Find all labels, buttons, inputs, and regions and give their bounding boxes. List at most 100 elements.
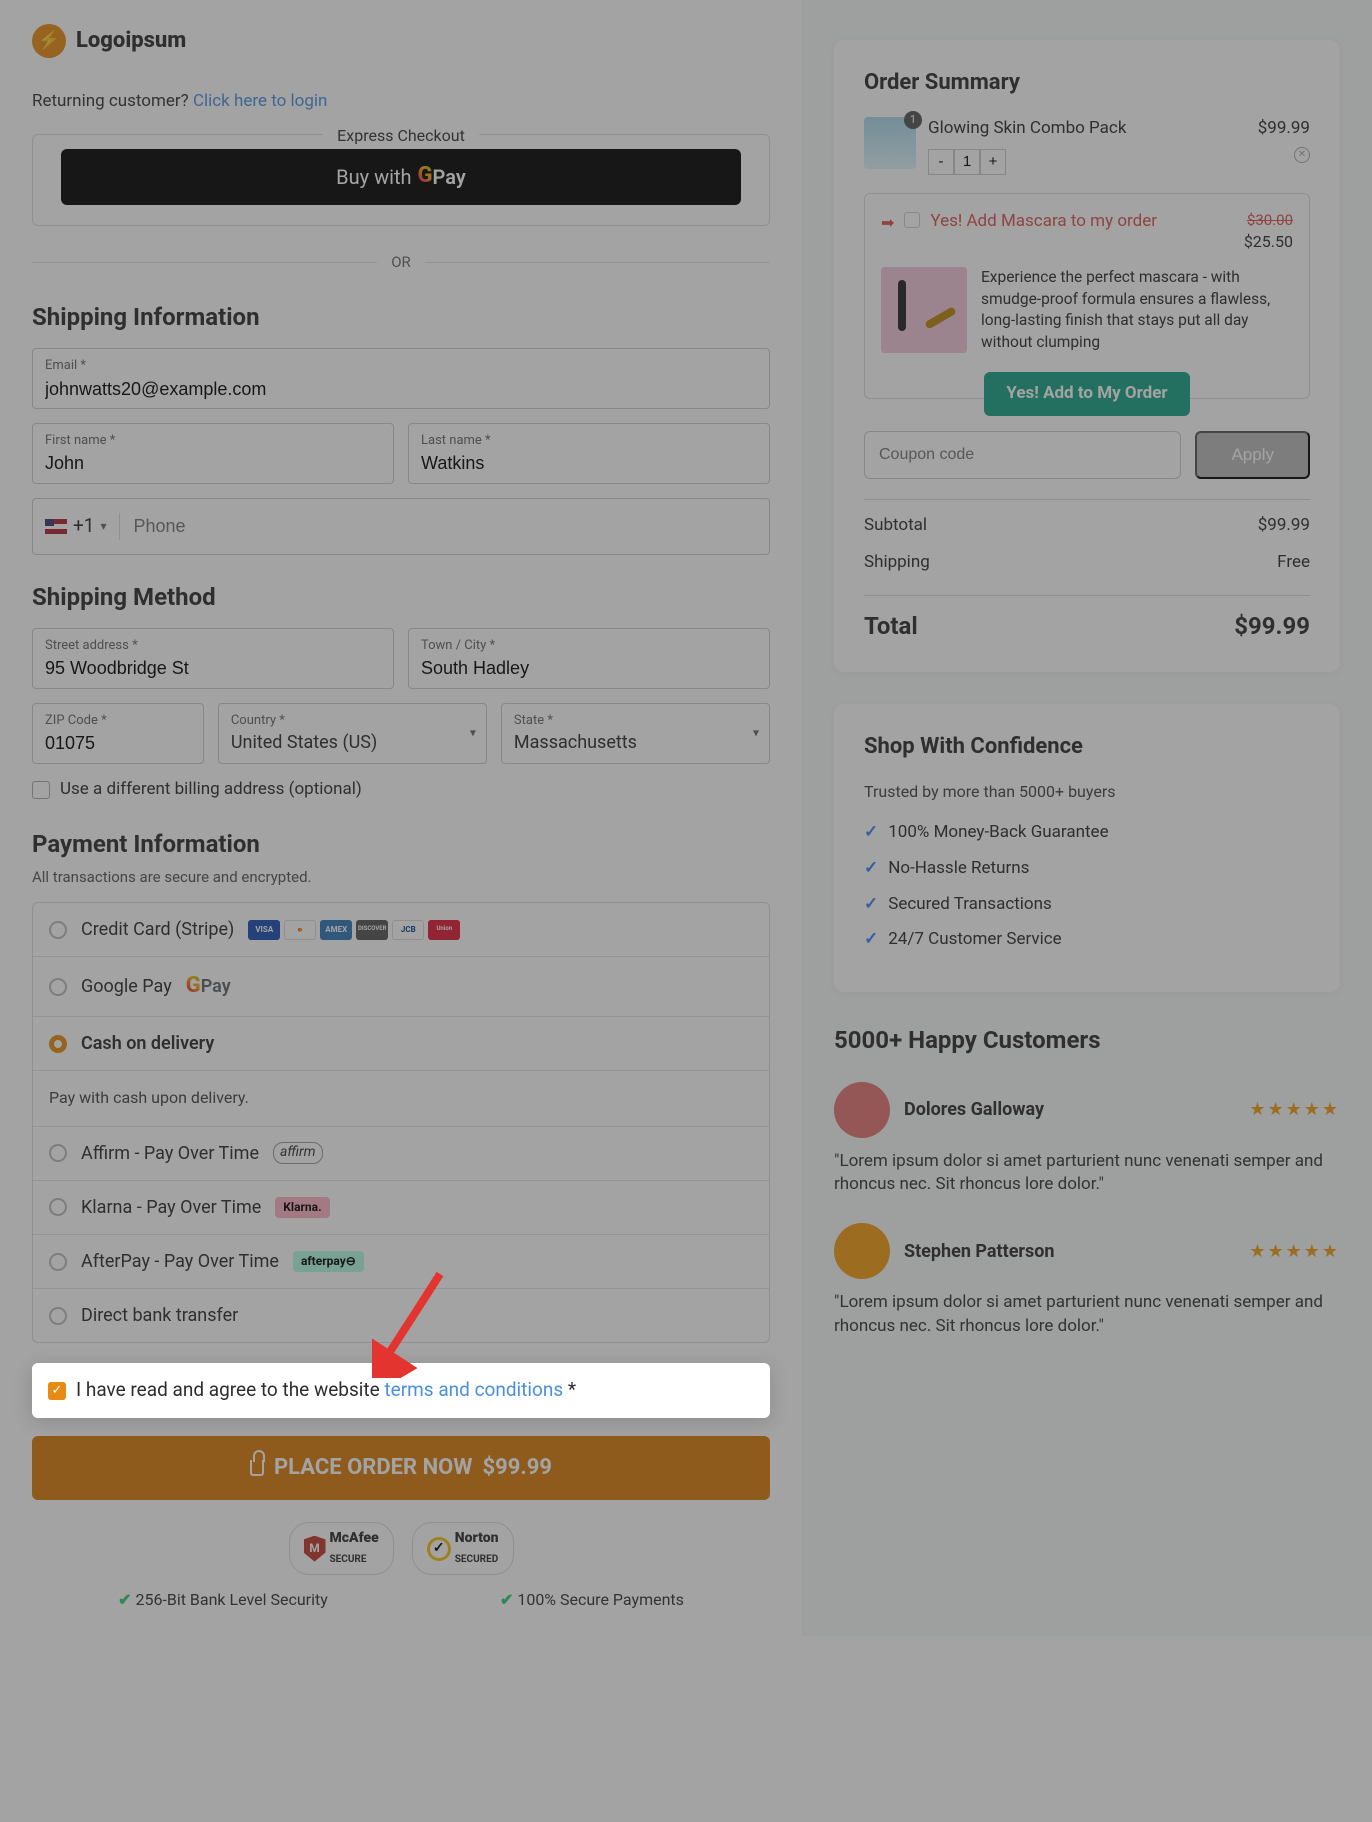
zip-label: ZIP Code * bbox=[45, 712, 191, 730]
payment-title: Payment Information bbox=[32, 828, 770, 862]
payment-klarna-label: Klarna - Pay Over Time bbox=[81, 1195, 261, 1220]
terms-checkbox[interactable]: ✓ bbox=[48, 1382, 66, 1400]
product-name: Glowing Skin Combo Pack bbox=[928, 117, 1246, 141]
payment-gpay-label: Google Pay bbox=[81, 974, 172, 999]
upsell-checkbox[interactable] bbox=[904, 212, 920, 228]
logo-text: Logoipsum bbox=[76, 26, 186, 57]
email-input[interactable] bbox=[45, 379, 757, 400]
trust-item: ✓No-Hassle Returns bbox=[864, 857, 1310, 881]
radio-icon bbox=[49, 978, 67, 996]
qty-stepper: - + bbox=[928, 149, 1246, 175]
upsell-box: ➡ Yes! Add Mascara to my order $30.00 $2… bbox=[864, 193, 1310, 399]
street-input[interactable] bbox=[45, 658, 381, 679]
qty-plus-button[interactable]: + bbox=[980, 149, 1006, 175]
payment-affirm[interactable]: Affirm - Pay Over Time affirm bbox=[33, 1127, 769, 1181]
radio-icon bbox=[49, 1253, 67, 1271]
total-value: $99.99 bbox=[1234, 610, 1310, 644]
chevron-down-icon: ▾ bbox=[100, 518, 106, 535]
returning-customer: Returning customer? Click here to login bbox=[32, 90, 770, 114]
first-name-input[interactable] bbox=[45, 453, 381, 474]
upsell-new-price: $25.50 bbox=[1244, 231, 1293, 253]
diff-billing-label: Use a different billing address (optiona… bbox=[60, 778, 362, 802]
payment-gpay[interactable]: Google Pay G Pay bbox=[33, 957, 769, 1017]
last-name-input[interactable] bbox=[421, 453, 757, 474]
city-field[interactable]: Town / City * bbox=[408, 628, 770, 689]
city-label: Town / City * bbox=[421, 637, 757, 655]
affirm-logo-icon: affirm bbox=[273, 1142, 323, 1164]
zip-field[interactable]: ZIP Code * bbox=[32, 703, 204, 764]
place-order-label: PLACE ORDER NOW bbox=[274, 1453, 473, 1484]
gpay-logo-icon: G Pay bbox=[418, 161, 466, 192]
arrow-right-icon: ➡ bbox=[881, 212, 894, 234]
phone-prefix-selector[interactable]: +1 ▾ bbox=[45, 513, 120, 540]
gpay-logo-icon: G Pay bbox=[186, 971, 231, 1002]
qty-input[interactable] bbox=[954, 149, 980, 175]
shipping-cost-value: Free bbox=[1277, 551, 1310, 575]
city-input[interactable] bbox=[421, 658, 757, 679]
upsell-title: Yes! Add Mascara to my order bbox=[930, 210, 1233, 234]
coupon-input[interactable] bbox=[864, 431, 1181, 479]
last-name-label: Last name * bbox=[421, 432, 757, 450]
upsell-image bbox=[881, 267, 967, 353]
terms-link[interactable]: terms and conditions bbox=[384, 1378, 563, 1401]
remove-item-button[interactable]: ✕ bbox=[1294, 147, 1310, 163]
reviews-title: 5000+ Happy Customers bbox=[834, 1024, 1340, 1058]
phone-input[interactable] bbox=[134, 516, 758, 537]
subtotal-value: $99.99 bbox=[1258, 514, 1310, 538]
upsell-prices: $30.00 $25.50 bbox=[1244, 210, 1293, 253]
country-field[interactable]: Country * United States (US) ▾ bbox=[218, 703, 487, 764]
login-link[interactable]: Click here to login bbox=[193, 91, 327, 111]
highlight-arrow-icon bbox=[372, 1268, 452, 1378]
phone-field[interactable]: +1 ▾ bbox=[32, 498, 770, 555]
diff-billing-row[interactable]: Use a different billing address (optiona… bbox=[32, 778, 770, 802]
payment-affirm-label: Affirm - Pay Over Time bbox=[81, 1141, 259, 1166]
gpay-button[interactable]: Buy with G Pay bbox=[61, 149, 741, 205]
payment-klarna[interactable]: Klarna - Pay Over Time Klarna. bbox=[33, 1181, 769, 1235]
email-field[interactable]: Email * bbox=[32, 348, 770, 409]
shipping-method-title: Shipping Method bbox=[32, 581, 770, 615]
state-value: Massachusetts bbox=[514, 730, 757, 755]
shipping-cost-label: Shipping bbox=[864, 551, 930, 575]
diff-billing-checkbox[interactable] bbox=[32, 781, 50, 799]
apply-coupon-button[interactable]: Apply bbox=[1195, 431, 1310, 479]
place-order-button[interactable]: PLACE ORDER NOW $99.99 bbox=[32, 1436, 770, 1500]
check-icon: ✓ bbox=[864, 928, 878, 952]
payment-cc[interactable]: Credit Card (Stripe) VISA ●● AMEX DISCOV… bbox=[33, 903, 769, 957]
klarna-logo-icon: Klarna. bbox=[275, 1197, 329, 1218]
total-label: Total bbox=[864, 610, 918, 644]
terms-row[interactable]: ✓ I have read and agree to the website t… bbox=[32, 1363, 770, 1418]
radio-icon bbox=[49, 921, 67, 939]
chevron-down-icon: ▾ bbox=[470, 725, 476, 742]
first-name-field[interactable]: First name * bbox=[32, 423, 394, 484]
state-field[interactable]: State * Massachusetts ▾ bbox=[501, 703, 770, 764]
shield-icon: M bbox=[304, 1536, 326, 1562]
order-summary-panel: Order Summary 1 Glowing Skin Combo Pack … bbox=[834, 40, 1340, 672]
reviews-section: 5000+ Happy Customers Dolores Galloway ★… bbox=[834, 1024, 1340, 1339]
avatar bbox=[834, 1082, 890, 1138]
terms-text: I have read and agree to the website ter… bbox=[76, 1377, 576, 1404]
bullet-secure: 100% Secure Payments bbox=[500, 1589, 684, 1611]
express-checkout-label: Express Checkout bbox=[323, 125, 479, 147]
upsell-add-button[interactable]: Yes! Add to My Order bbox=[984, 372, 1189, 416]
radio-icon bbox=[49, 1144, 67, 1162]
confidence-panel: Shop With Confidence Trusted by more tha… bbox=[834, 704, 1340, 992]
street-field[interactable]: Street address * bbox=[32, 628, 394, 689]
payment-cod[interactable]: Cash on delivery bbox=[33, 1017, 769, 1071]
country-label: Country * bbox=[231, 712, 474, 730]
shipping-row: Shipping Free bbox=[864, 551, 1310, 575]
payment-cod-label: Cash on delivery bbox=[81, 1031, 214, 1056]
zip-input[interactable] bbox=[45, 733, 191, 754]
trust-item: ✓Secured Transactions bbox=[864, 893, 1310, 917]
street-label: Street address * bbox=[45, 637, 381, 655]
phone-prefix-text: +1 bbox=[73, 513, 94, 540]
chevron-down-icon: ▾ bbox=[753, 725, 759, 742]
qty-minus-button[interactable]: - bbox=[928, 149, 954, 175]
returning-text: Returning customer? bbox=[32, 91, 193, 111]
payment-afterpay-label: AfterPay - Pay Over Time bbox=[81, 1249, 279, 1274]
order-summary-title: Order Summary bbox=[864, 68, 1310, 99]
subtotal-row: Subtotal $99.99 bbox=[864, 499, 1310, 538]
bullet-bank: 256-Bit Bank Level Security bbox=[118, 1589, 328, 1611]
last-name-field[interactable]: Last name * bbox=[408, 423, 770, 484]
state-label: State * bbox=[514, 712, 757, 730]
reviewer-name: Stephen Patterson bbox=[904, 1239, 1235, 1264]
